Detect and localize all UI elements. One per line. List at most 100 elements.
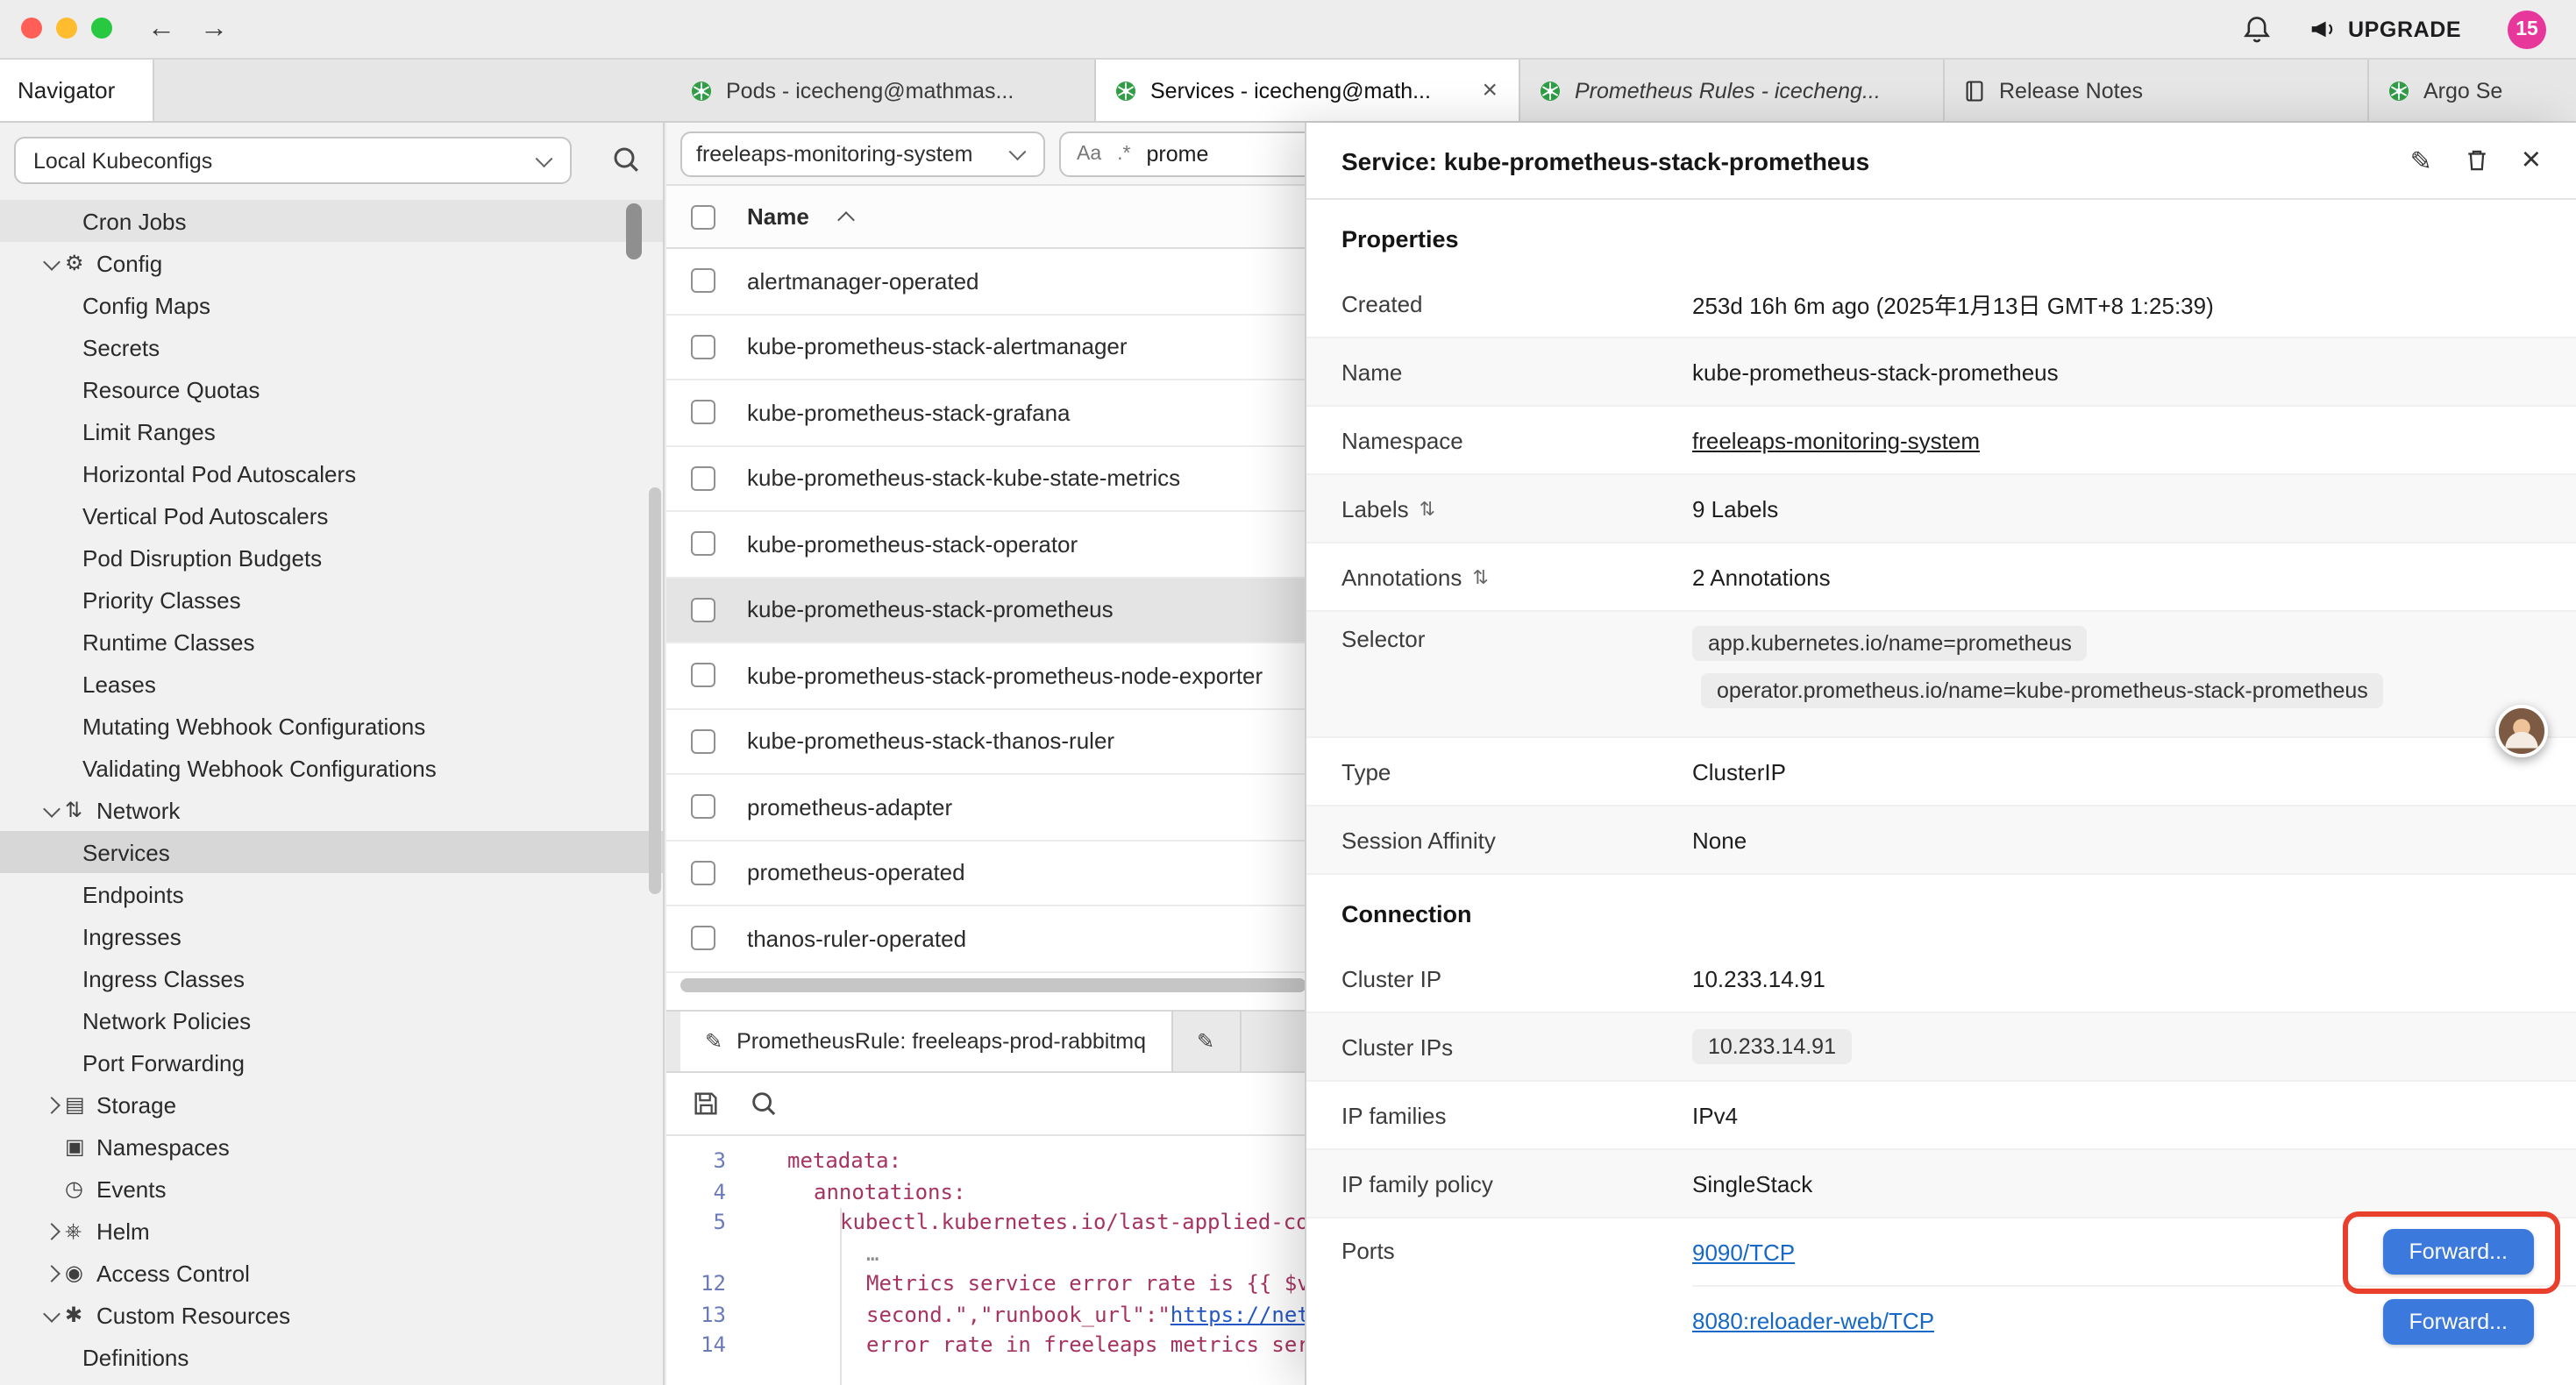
sidebar-item-custom-resources[interactable]: ✱Custom Resources: [0, 1294, 663, 1336]
chevron-down-icon[interactable]: [39, 250, 65, 276]
horizontal-scrollbar-thumb[interactable]: [680, 978, 1306, 992]
table-row[interactable]: kube-prometheus-stack-grafana: [666, 380, 1387, 446]
chevron-right-icon[interactable]: [39, 1091, 65, 1118]
tab-prometheus-rules[interactable]: Prometheus Rules - icecheng...: [1520, 60, 1945, 121]
tab-services[interactable]: Services - icecheng@math... ×: [1096, 60, 1520, 121]
row-checkbox[interactable]: [691, 795, 715, 820]
sidebar-item-network-policies[interactable]: Network Policies: [0, 999, 663, 1041]
forward-port-button[interactable]: Forward...: [2382, 1229, 2534, 1275]
sidebar-item-limit-ranges[interactable]: Limit Ranges: [0, 410, 663, 452]
sidebar-item-validating-webhook-configurations[interactable]: Validating Webhook Configurations: [0, 747, 663, 789]
sidebar-item-leases[interactable]: Leases: [0, 663, 663, 705]
table-row[interactable]: kube-prometheus-stack-thanos-ruler: [666, 709, 1387, 775]
table-row[interactable]: kube-prometheus-stack-alertmanager: [666, 315, 1387, 380]
table-row[interactable]: alertmanager-operated: [666, 249, 1387, 315]
tab-navigator[interactable]: Navigator: [0, 60, 154, 121]
sidebar-item-port-forwarding[interactable]: Port Forwarding: [0, 1041, 663, 1083]
save-icon[interactable]: [691, 1089, 721, 1119]
row-checkbox[interactable]: [691, 269, 715, 294]
row-checkbox[interactable]: [691, 861, 715, 885]
forward-button[interactable]: →: [193, 11, 235, 49]
search-icon[interactable]: [749, 1089, 779, 1119]
sidebar-item-network[interactable]: ⇅Network: [0, 789, 663, 831]
table-row[interactable]: prometheus-operated: [666, 841, 1387, 906]
sidebar-scrollbar-thumb[interactable]: [649, 487, 661, 894]
close-icon[interactable]: ×: [2522, 144, 2541, 177]
sidebar-item-mutating-webhook-configurations[interactable]: Mutating Webhook Configurations: [0, 705, 663, 747]
tree-scrollbar-thumb[interactable]: [626, 203, 642, 259]
sort-ascending-icon[interactable]: [838, 211, 856, 229]
close-window-button[interactable]: [21, 18, 42, 39]
row-checkbox[interactable]: [691, 335, 715, 359]
table-row[interactable]: kube-prometheus-stack-prometheus-node-ex…: [666, 643, 1387, 709]
trash-icon[interactable]: [2464, 147, 2490, 174]
expander-icon[interactable]: ⇅: [1420, 497, 1435, 520]
sidebar-item-endpoints[interactable]: Endpoints: [0, 873, 663, 915]
table-row[interactable]: prometheus-adapter: [666, 775, 1387, 841]
table-row[interactable]: thanos-ruler-operated: [666, 906, 1387, 972]
sidebar-item-config[interactable]: ⚙Config: [0, 242, 663, 284]
row-checkbox[interactable]: [691, 466, 715, 491]
sidebar-item-pod-disruption-budgets[interactable]: Pod Disruption Budgets: [0, 536, 663, 579]
chevron-down-icon[interactable]: [39, 797, 65, 823]
tab-argo[interactable]: Argo Se: [2369, 60, 2576, 121]
sidebar-item-cron-jobs[interactable]: Cron Jobs: [0, 200, 663, 242]
sidebar-search-button[interactable]: [610, 144, 642, 175]
editor-tab-prometheusrule[interactable]: ✎ PrometheusRule: freeleaps-prod-rabbitm…: [680, 1012, 1172, 1071]
chevron-right-icon[interactable]: [39, 1260, 65, 1286]
kubeconfig-selector[interactable]: Local Kubeconfigs: [14, 137, 572, 184]
table-row[interactable]: kube-prometheus-stack-kube-state-metrics: [666, 446, 1387, 512]
row-checkbox[interactable]: [691, 532, 715, 557]
floating-avatar[interactable]: [2495, 705, 2548, 757]
sidebar-item-helm[interactable]: ⎈Helm: [0, 1210, 663, 1252]
sidebar-item-services[interactable]: Services: [0, 831, 663, 873]
sidebar-item-resource-quotas[interactable]: Resource Quotas: [0, 368, 663, 410]
minimize-window-button[interactable]: [56, 18, 77, 39]
sidebar-item-config-maps[interactable]: Config Maps: [0, 284, 663, 326]
back-button[interactable]: ←: [140, 11, 182, 49]
sidebar-item-ingress-classes[interactable]: Ingress Classes: [0, 957, 663, 999]
sidebar-item-vertical-pod-autoscalers[interactable]: Vertical Pod Autoscalers: [0, 494, 663, 536]
sidebar-item-access-control[interactable]: ◉Access Control: [0, 1252, 663, 1294]
namespace-filter-select[interactable]: freeleaps-monitoring-system: [680, 131, 1045, 176]
tab-pods[interactable]: Pods - icecheng@mathmas...: [672, 60, 1096, 121]
sidebar-item-runtime-classes[interactable]: Runtime Classes: [0, 621, 663, 663]
sidebar-item-namespaces[interactable]: ▣Namespaces: [0, 1126, 663, 1168]
chevron-right-icon[interactable]: [39, 1218, 65, 1244]
sidebar-item-ingresses[interactable]: Ingresses: [0, 915, 663, 957]
sidebar-item-priority-classes[interactable]: Priority Classes: [0, 579, 663, 621]
row-checkbox[interactable]: [691, 927, 715, 951]
sidebar-item-events[interactable]: ◷Events: [0, 1168, 663, 1210]
table-row[interactable]: kube-prometheus-stack-operator: [666, 512, 1387, 578]
port-link[interactable]: 8080:reloader-web/TCP: [1692, 1308, 1934, 1334]
storage-icon: ▤: [65, 1092, 96, 1117]
sidebar-item-storage[interactable]: ▤Storage: [0, 1083, 663, 1126]
row-checkbox[interactable]: [691, 598, 715, 622]
name-column-header[interactable]: Name: [747, 203, 809, 230]
folded-code-placeholder[interactable]: …: [866, 1239, 879, 1269]
row-checkbox[interactable]: [691, 729, 715, 754]
regex-toggle[interactable]: .*: [1117, 143, 1130, 164]
upgrade-button[interactable]: UPGRADE: [2308, 14, 2461, 44]
sidebar-item-definitions[interactable]: Definitions: [0, 1336, 663, 1378]
select-all-checkbox[interactable]: [691, 204, 715, 229]
notifications-bell-button[interactable]: [2241, 14, 2273, 46]
match-case-toggle[interactable]: Aa: [1077, 143, 1101, 164]
row-checkbox[interactable]: [691, 401, 715, 425]
tab-release-notes[interactable]: Release Notes: [1945, 60, 2369, 121]
row-checkbox[interactable]: [691, 664, 715, 688]
close-tab-icon[interactable]: ×: [1478, 75, 1501, 105]
expander-icon[interactable]: ⇅: [1472, 565, 1488, 588]
table-row-selected[interactable]: kube-prometheus-stack-prometheus: [666, 578, 1387, 643]
port-link[interactable]: 9090/TCP: [1692, 1239, 1795, 1265]
namespace-link[interactable]: freeleaps-monitoring-system: [1692, 427, 1980, 453]
chevron-down-icon[interactable]: [39, 1302, 65, 1328]
zoom-window-button[interactable]: [91, 18, 112, 39]
sidebar-item-secrets[interactable]: Secrets: [0, 326, 663, 368]
forward-port-button[interactable]: Forward...: [2382, 1298, 2534, 1344]
sidebar-item-horizontal-pod-autoscalers[interactable]: Horizontal Pod Autoscalers: [0, 452, 663, 494]
yaml-editor[interactable]: 3metadata: 4annotations: 5kubectl.kubern…: [666, 1136, 1387, 1385]
notification-count-badge[interactable]: 15: [2508, 11, 2546, 49]
editor-tab-partial[interactable]: ✎: [1172, 1012, 1241, 1071]
edit-icon[interactable]: ✎: [2410, 145, 2432, 176]
